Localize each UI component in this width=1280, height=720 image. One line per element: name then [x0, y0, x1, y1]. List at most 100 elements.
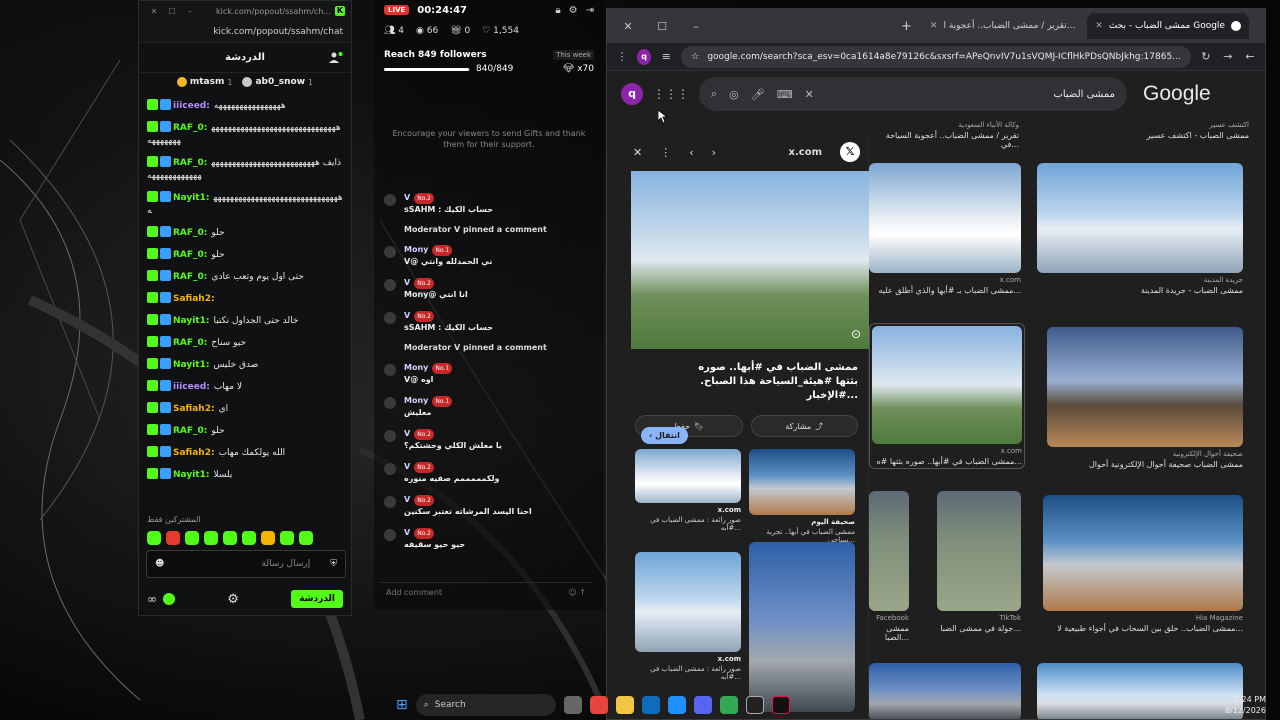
share-button[interactable]: مشاركة ⤴ [750, 415, 858, 437]
tiktok-icon[interactable] [771, 696, 790, 714]
chat-message[interactable]: RAF_0: ذايف ههههههههههههههههههههههههههههه… [147, 156, 343, 183]
chat-message[interactable]: Nayit1: صدق خليس [147, 358, 343, 372]
back-icon[interactable]: ← [1243, 50, 1257, 63]
send-chat-button[interactable]: الدردشة [291, 590, 343, 608]
chat-username[interactable]: Safiah2: [173, 448, 215, 458]
chat-message[interactable]: RAF_0: حيو سناح [147, 336, 343, 350]
clear-icon[interactable]: ✕ [805, 88, 814, 101]
preview-caption[interactable]: ممشى الضباب في #أبها.. صوره بثتها #هيئة_… [625, 349, 868, 403]
chat-username[interactable]: RAF_0: [173, 123, 207, 133]
top-gifter-2[interactable]: ab0_snow 1 [242, 77, 313, 87]
emote-icon[interactable] [299, 531, 313, 545]
search-icon[interactable]: ⌕ [711, 87, 717, 101]
next-icon[interactable]: › [712, 146, 716, 159]
overlay-comment[interactable]: V No.2 احنا اليسد المرشاته تعتبر سكنين [382, 494, 600, 517]
preview-image[interactable]: ⊙ [631, 171, 869, 349]
settings-icon[interactable]: ⚙ [227, 592, 239, 607]
tab-search-icon[interactable]: ≡ [659, 50, 673, 63]
result-card-selected[interactable]: x.com ممشى الضباب في #أبها.. صوره بثتها … [869, 323, 1025, 469]
lens-icon[interactable]: ◎ [729, 88, 739, 101]
chat-username[interactable]: RAF_0: [173, 228, 207, 238]
overlay-comment[interactable]: V No.2 sSAHM : حساب الكيك [382, 192, 600, 215]
chat-username[interactable]: Safiah2: [173, 404, 215, 414]
lens-search-icon[interactable]: ⊙ [851, 327, 861, 341]
result-card[interactable]: اكتشف عسير ممشى الضباب - اكتشف عسير [1135, 121, 1249, 140]
close-tab-icon[interactable]: ✕ [1095, 21, 1103, 31]
chat-message[interactable]: RAF_0: حلو [147, 248, 343, 262]
chat-message[interactable]: iiiceed: لا مهاب [147, 380, 343, 394]
reload-icon[interactable]: ↻ [1199, 50, 1213, 63]
result-card[interactable]: جريدة المدينة ممشى الضباب - جريدة المدين… [1037, 163, 1243, 295]
taskbar-clock[interactable]: 2:24 PM 8/12/2026 [1225, 694, 1266, 716]
overlay-comment[interactable]: V No.2 حيو حيو سقيفه [382, 527, 600, 550]
edge-icon[interactable] [667, 696, 686, 714]
close-preview-icon[interactable]: ✕ [633, 146, 642, 159]
chat-message-input[interactable]: ☻ إرسال رسالة ⛨ [146, 550, 346, 578]
outlook-icon[interactable] [641, 696, 660, 714]
chat-message[interactable]: Safiah2: اي [147, 402, 343, 416]
new-tab-button[interactable]: + [895, 19, 918, 34]
result-card[interactable]: TikTok جولة في ممشى الضبا... [937, 491, 1021, 633]
chat-message[interactable]: Safiah2: [147, 292, 343, 306]
related-card[interactable]: x.com صور رائعة : ممشى الضباب في #أبه... [635, 449, 741, 544]
overlay-comment[interactable]: V No.2 ولكمممممم صفيه منوره [382, 461, 600, 484]
add-comment-input[interactable]: Add comment ☺ ↑ [380, 582, 592, 602]
emote-icon[interactable] [204, 531, 218, 545]
previous-icon[interactable]: ‹ [689, 146, 693, 159]
result-card[interactable]: x.com ممشى الضباب بـ #أبها والذي أطلق عل… [869, 163, 1021, 295]
overlay-comment[interactable]: V No.2 يا معلش الكلي وحشتكم؟ [382, 428, 600, 451]
bookmark-star-icon[interactable]: ☆ [691, 52, 699, 62]
chat-message[interactable]: Safiah2: الله يولكمك مهاب [147, 446, 343, 460]
chat-username[interactable]: Nayit1: [173, 316, 209, 326]
emote-icon[interactable] [185, 531, 199, 545]
emote-icon[interactable] [280, 531, 294, 545]
profile-avatar[interactable]: q [637, 48, 652, 65]
chat-username[interactable]: RAF_0: [173, 250, 207, 260]
chat-username[interactable]: iiiceed: [173, 101, 210, 111]
chat-message-list[interactable]: iiiceed: ههههههههههههههههه RAF_0: ههههههههه… [139, 99, 351, 511]
result-card[interactable]: وكالة الأنباء السعودية تقرير / ممشى الضب… [869, 121, 1019, 149]
menu-dots-icon[interactable]: ⋮ [615, 50, 629, 63]
related-card[interactable]: x.com صور رائعة : ممشى الضباب في #أبه... [635, 552, 741, 712]
close-tab-icon[interactable]: ✕ [930, 21, 938, 31]
chat-username[interactable]: RAF_0: [173, 158, 207, 168]
chat-username[interactable]: RAF_0: [173, 426, 207, 436]
task-view-icon[interactable] [563, 696, 582, 714]
visit-button[interactable]: ‹ انتقال [641, 427, 688, 444]
result-card[interactable]: Facebook ممشى الضبا... [869, 491, 909, 642]
windows-start-icon[interactable]: ⊞ [396, 697, 408, 713]
chat-message[interactable]: RAF_0: حلو [147, 424, 343, 438]
emote-icon[interactable] [166, 531, 180, 545]
related-card[interactable] [749, 542, 855, 712]
google-account-avatar[interactable]: q [621, 83, 643, 105]
emote-icon[interactable] [261, 531, 275, 545]
top-gifter-1[interactable]: mtasm 1 [176, 77, 232, 87]
more-options-icon[interactable]: ⋮ [660, 146, 671, 159]
close-icon[interactable]: ✕ [145, 7, 163, 16]
maximize-window-icon[interactable]: ☐ [647, 12, 677, 40]
discord-icon[interactable] [693, 696, 712, 714]
tab-report[interactable]: ✕ تقرير / ممشى الضباب.. أعجوبة ا... [922, 13, 1083, 39]
file-explorer-icon[interactable] [615, 696, 634, 714]
shield-icon[interactable]: ⛨ [330, 559, 337, 569]
forward-icon[interactable]: → [1221, 50, 1235, 63]
overlay-event-feed[interactable]: V No.2 sSAHM : حساب الكيك Moderator V pinne… [382, 192, 600, 560]
gear-icon[interactable]: ⚙ [569, 5, 578, 16]
close-window-icon[interactable]: ✕ [613, 12, 643, 40]
chat-message[interactable]: RAF_0: حلو [147, 226, 343, 240]
overlay-comment[interactable]: V No.2 Mony@ انا انتي [382, 277, 600, 300]
emoji-icon[interactable]: ☻ [155, 559, 164, 569]
microphone-icon[interactable]: 🎤︎ [751, 88, 765, 101]
maximize-icon[interactable]: ☐ [163, 7, 181, 16]
taskbar-search[interactable]: ⌕ Search [415, 694, 556, 716]
chat-message[interactable]: Nayit1: يلسلا [147, 468, 343, 482]
overlay-comment[interactable]: Mony No.1 V@ اوه [382, 362, 600, 385]
minimize-icon[interactable]: – [181, 7, 199, 16]
result-card[interactable]: صحيفة أحوال الإلكترونية ممشى الضباب صحيف… [1047, 327, 1243, 469]
app-icon[interactable] [719, 696, 738, 714]
emote-icon[interactable] [223, 531, 237, 545]
chat-message[interactable]: iiiceed: ههههههههههههههههه [147, 99, 343, 113]
related-card[interactable]: صحيفة اليوم ممشى الضباب في أبها.. تجربة … [749, 449, 855, 544]
chat-username[interactable]: RAF_0: [173, 272, 207, 282]
chat-username[interactable]: Nayit1: [173, 193, 209, 203]
